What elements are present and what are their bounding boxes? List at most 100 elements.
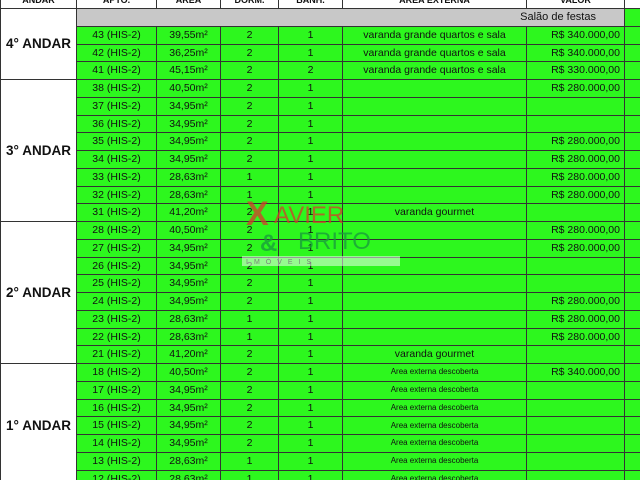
table-row: 35 (HIS-2) 34,95m² 2 1 R$ 280.000,00 xyxy=(1,132,640,151)
row-gutter xyxy=(624,309,640,329)
table-row: 21 (HIS-2) 41,20m² 2 1 varanda gourmet xyxy=(1,345,640,364)
valor-cell: R$ 280.000,00 xyxy=(526,221,625,240)
banh-cell: 1 xyxy=(278,150,343,169)
row-gutter xyxy=(624,327,640,347)
area-externa-cell xyxy=(342,292,527,311)
banh-cell: 1 xyxy=(278,221,343,240)
banh-cell: 1 xyxy=(278,292,343,311)
area-externa-cell: varanda grande quartos e sala xyxy=(342,61,527,80)
area-cell: 40,50m² xyxy=(156,363,221,382)
area-cell: 28,63m² xyxy=(156,309,221,329)
valor-cell xyxy=(526,203,625,222)
row-gutter xyxy=(624,292,640,311)
dorm-cell: 1 xyxy=(220,167,279,187)
row-gutter xyxy=(624,345,640,364)
area-externa-cell xyxy=(342,150,527,169)
apto-cell: 38 (HIS-2) xyxy=(76,79,157,98)
area-externa-cell: Area externa descoberta xyxy=(342,451,527,471)
area-cell: 34,95m² xyxy=(156,150,221,169)
area-cell: 36,25m² xyxy=(156,43,221,63)
area-externa-cell xyxy=(342,256,527,276)
area-externa-cell: Area externa descoberta xyxy=(342,398,527,418)
banh-cell: 1 xyxy=(278,434,343,453)
area-externa-cell xyxy=(342,274,527,293)
header-gutter xyxy=(624,0,640,9)
dorm-cell: 2 xyxy=(220,96,279,116)
valor-cell: R$ 340.000,00 xyxy=(526,43,625,63)
apto-cell: 15 (HIS-2) xyxy=(76,416,157,435)
valor-cell xyxy=(526,398,625,418)
apto-cell: 43 (HIS-2) xyxy=(76,25,157,45)
banh-cell: 1 xyxy=(278,345,343,364)
table-row: 24 (HIS-2) 34,95m² 2 1 R$ 280.000,00 xyxy=(1,292,640,311)
dorm-cell: 1 xyxy=(220,327,279,347)
area-externa-cell xyxy=(342,309,527,329)
area-cell: 28,63m² xyxy=(156,167,221,187)
row-gutter xyxy=(624,114,640,134)
dorm-cell: 2 xyxy=(220,25,279,45)
table-row: 14 (HIS-2) 34,95m² 2 1 Area externa descober… xyxy=(1,434,640,453)
area-externa-cell: varanda grande quartos e sala xyxy=(342,43,527,63)
floor-label: 4° ANDAR xyxy=(0,8,77,80)
floor-label: 3° ANDAR xyxy=(0,79,77,222)
table-row: 26 (HIS-2) 34,95m² 2 1 xyxy=(1,256,640,276)
dorm-cell: 2 xyxy=(220,398,279,418)
area-cell: 34,95m² xyxy=(156,292,221,311)
area-cell: 34,95m² xyxy=(156,274,221,293)
area-externa-cell xyxy=(342,238,527,258)
dorm-cell: 2 xyxy=(220,150,279,169)
apto-cell: 37 (HIS-2) xyxy=(76,96,157,116)
dorm-cell: 2 xyxy=(220,274,279,293)
apto-cell: 27 (HIS-2) xyxy=(76,238,157,258)
dorm-cell: 2 xyxy=(220,256,279,276)
apto-cell: 16 (HIS-2) xyxy=(76,398,157,418)
table-row: 2° ANDAR 28 (HIS-2) 40,50m² 2 1 R$ 280.000,00 xyxy=(0,221,640,364)
area-cell: 28,63m² xyxy=(156,185,221,205)
row-gutter xyxy=(624,132,640,151)
area-externa-cell: varanda grande quartos e sala xyxy=(342,25,527,45)
row-gutter xyxy=(624,238,640,258)
valor-cell xyxy=(526,434,625,453)
dorm-cell: 2 xyxy=(220,380,279,400)
valor-cell: R$ 330.000,00 xyxy=(526,61,625,80)
row-gutter xyxy=(624,434,640,453)
banh-cell: 1 xyxy=(278,451,343,471)
banh-cell: 1 xyxy=(278,380,343,400)
valor-cell: R$ 280.000,00 xyxy=(526,238,625,258)
area-externa-cell xyxy=(342,221,527,240)
area-cell: 28,63m² xyxy=(156,451,221,471)
area-externa-cell: varanda gourmet xyxy=(342,203,527,222)
banh-cell: 1 xyxy=(278,96,343,116)
valor-cell xyxy=(526,345,625,364)
area-cell: 34,95m² xyxy=(156,132,221,151)
apto-cell: 42 (HIS-2) xyxy=(76,43,157,63)
dorm-cell: 2 xyxy=(220,238,279,258)
valor-cell xyxy=(526,96,625,116)
banh-cell: 1 xyxy=(278,79,343,98)
row-gutter xyxy=(624,221,640,240)
header-area-externa: ÁREA EXTERNA xyxy=(342,0,527,9)
header-apto: APTO. xyxy=(76,0,157,9)
dorm-cell: 2 xyxy=(220,292,279,311)
dorm-cell: 2 xyxy=(220,363,279,382)
banh-cell: 1 xyxy=(278,238,343,258)
dorm-cell: 2 xyxy=(220,416,279,435)
row-gutter xyxy=(624,469,640,480)
header-andar: ANDAR xyxy=(0,0,77,9)
table-row: 32 (HIS-2) 28,63m² 1 1 R$ 280.000,00 xyxy=(1,185,640,205)
price-table-sheet: ANDAR APTO. ÁREA DORM. BANH. ÁREA EXTERN… xyxy=(0,0,640,480)
table-body: 4° ANDAR Salão de festas 43 (HIS-2) 39,55m²… xyxy=(0,8,640,480)
apto-cell: 34 (HIS-2) xyxy=(76,150,157,169)
apto-cell: 36 (HIS-2) xyxy=(76,114,157,134)
header-banh: BANH. xyxy=(278,0,343,9)
row-gutter xyxy=(624,61,640,80)
area-cell: 40,50m² xyxy=(156,79,221,98)
valor-cell: R$ 280.000,00 xyxy=(526,79,625,98)
row-gutter xyxy=(624,256,640,276)
table-row: 33 (HIS-2) 28,63m² 1 1 R$ 280.000,00 xyxy=(1,167,640,187)
row-gutter xyxy=(624,150,640,169)
area-cell: 40,50m² xyxy=(156,221,221,240)
area-cell: 39,55m² xyxy=(156,25,221,45)
row-gutter xyxy=(624,398,640,418)
area-cell: 34,95m² xyxy=(156,398,221,418)
